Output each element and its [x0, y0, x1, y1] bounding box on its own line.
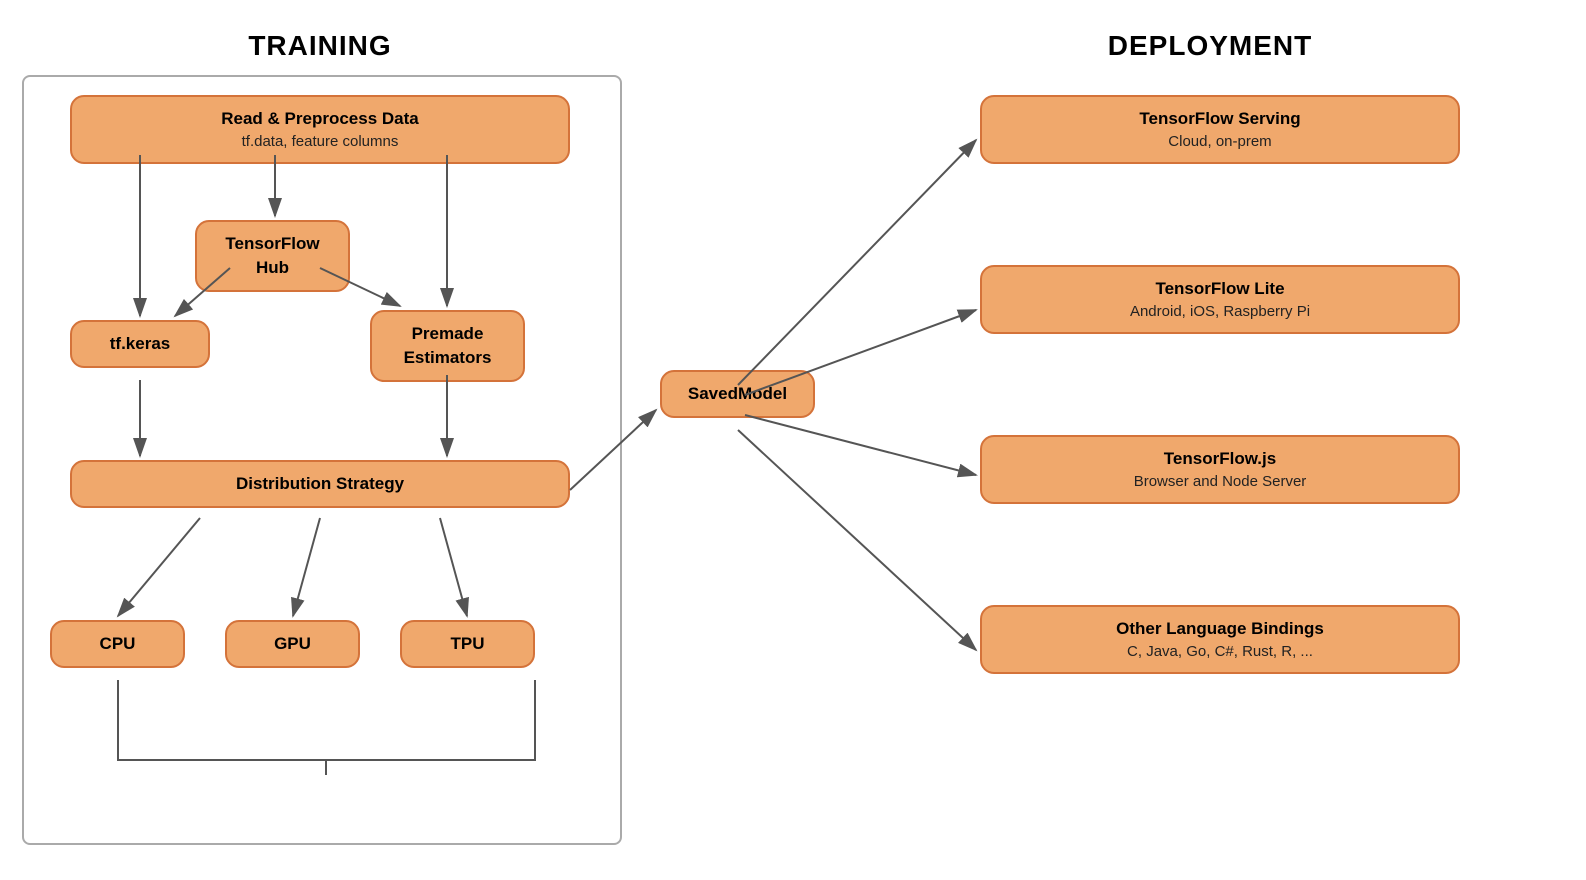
node-other-bindings: Other Language Bindings C, Java, Go, C#,…	[980, 605, 1460, 674]
training-title: TRAINING	[50, 30, 590, 62]
deployment-title: DEPLOYMENT	[920, 30, 1500, 62]
node-saved-model: SavedModel	[660, 370, 815, 418]
node-dist-strategy: Distribution Strategy	[70, 460, 570, 508]
node-tf-js: TensorFlow.js Browser and Node Server	[980, 435, 1460, 504]
node-tf-serving: TensorFlow Serving Cloud, on-prem	[980, 95, 1460, 164]
node-tf-lite: TensorFlow Lite Android, iOS, Raspberry …	[980, 265, 1460, 334]
node-gpu: GPU	[225, 620, 360, 668]
node-cpu: CPU	[50, 620, 185, 668]
diagram-container: TRAINING DEPLOYMENT Read & Preprocess Da…	[0, 0, 1586, 880]
node-tpu: TPU	[400, 620, 535, 668]
node-estimators: Premade Estimators	[370, 310, 525, 382]
node-read-preprocess: Read & Preprocess Data tf.data, feature …	[70, 95, 570, 164]
node-keras: tf.keras	[70, 320, 210, 368]
node-tfhub: TensorFlow Hub	[195, 220, 350, 292]
